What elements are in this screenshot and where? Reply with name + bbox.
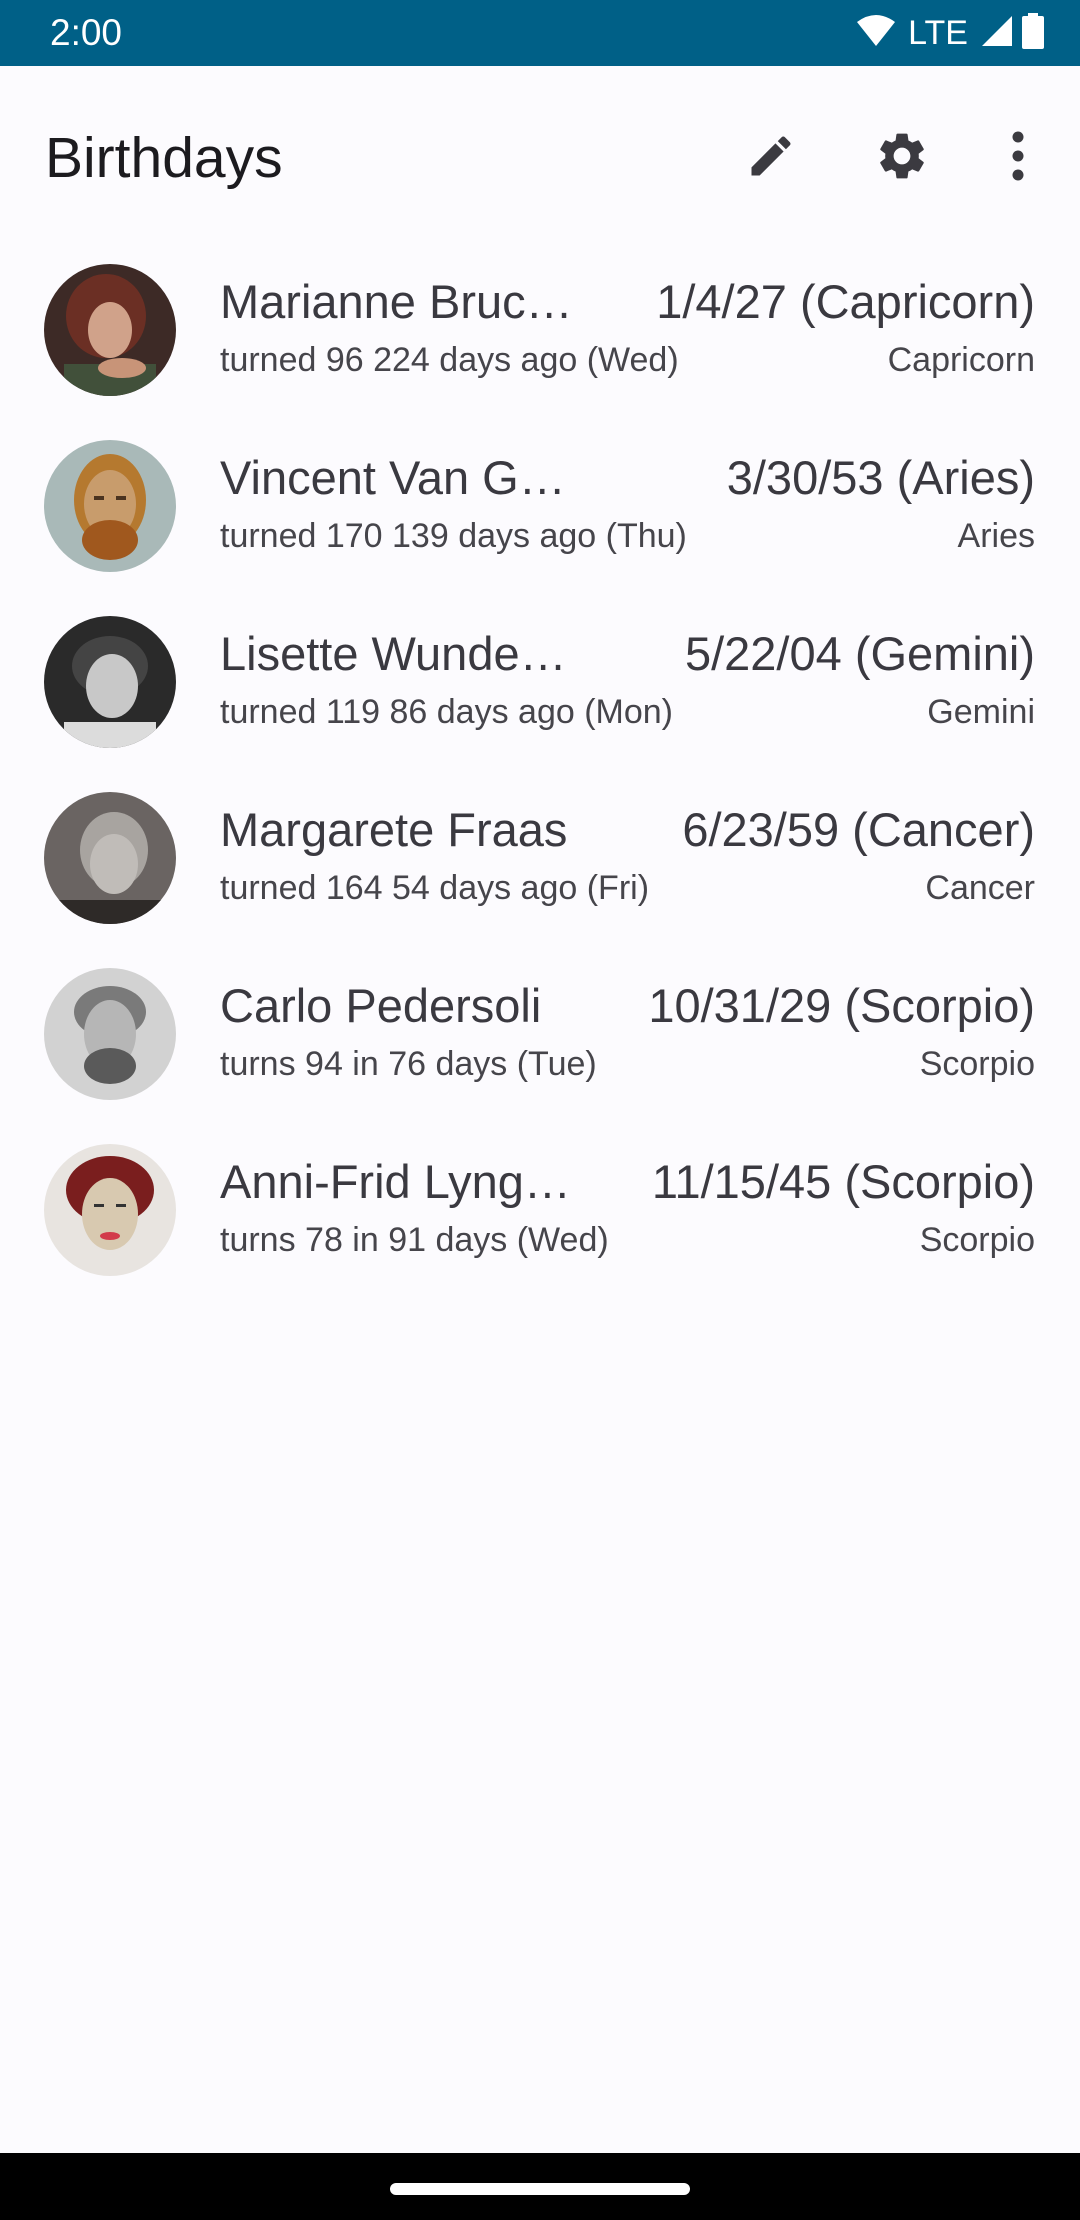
- birth-date: 5/22/04 (Gemini): [684, 627, 1035, 680]
- avatar: [44, 616, 176, 748]
- zodiac-sign: Scorpio: [919, 1221, 1035, 1259]
- network-type: LTE: [908, 14, 968, 52]
- page-title: Birthdays: [45, 126, 283, 190]
- more-vert-icon: [1010, 130, 1026, 187]
- birthday-item[interactable]: Vincent Van Gogh 3/30/53 (Aries) turned …: [0, 430, 1080, 606]
- birth-date: 11/15/45 (Scorpio): [651, 1155, 1035, 1208]
- status-icons: LTE: [856, 10, 1044, 56]
- age-detail: turned 170 139 days ago (Thu): [220, 517, 687, 555]
- person-name: Vincent Van Gogh: [220, 451, 580, 504]
- person-name: Carlo Pedersoli: [220, 979, 542, 1032]
- app-bar: Birthdays: [0, 66, 1080, 246]
- status-bar: 2:00 LTE: [0, 0, 1080, 66]
- age-detail: turned 164 54 days ago (Fri): [220, 869, 650, 907]
- zodiac-sign: Capricorn: [887, 341, 1035, 379]
- edit-icon: [745, 130, 797, 187]
- edit-button[interactable]: [731, 118, 811, 198]
- settings-icon: [874, 128, 930, 189]
- avatar: [44, 440, 176, 572]
- birthday-item[interactable]: Marianne Bruc… 1/4/27 (Capricorn) turned…: [0, 254, 1080, 430]
- settings-button[interactable]: [862, 118, 942, 198]
- age-detail: turned 119 86 days ago (Mon): [220, 693, 673, 731]
- more-options-button[interactable]: [978, 118, 1058, 198]
- avatar: [44, 968, 176, 1100]
- navigation-bar: [0, 2153, 1080, 2220]
- status-time: 2:00: [50, 12, 123, 53]
- zodiac-sign: Cancer: [925, 869, 1035, 907]
- person-name: Anni-Frid Lyng…: [220, 1155, 571, 1208]
- person-name: Marianne Bruc…: [220, 275, 573, 328]
- home-gesture-handle[interactable]: [390, 2183, 690, 2195]
- birthday-item[interactable]: Anni-Frid Lyng… 11/15/45 (Scorpio) turns…: [0, 1134, 1080, 1310]
- signal-icon: [980, 14, 1014, 53]
- avatar: [44, 264, 176, 396]
- zodiac-sign: Scorpio: [919, 1045, 1035, 1083]
- battery-icon: [1022, 12, 1044, 54]
- birth-date: 3/30/53 (Aries): [726, 451, 1035, 504]
- zodiac-sign: Aries: [957, 517, 1035, 555]
- wifi-icon: [856, 14, 896, 53]
- birth-date: 6/23/59 (Cancer): [682, 803, 1035, 856]
- age-detail: turned 96 224 days ago (Wed): [220, 341, 679, 379]
- birth-date: 1/4/27 (Capricorn): [656, 275, 1035, 328]
- person-name: Lisette Wunderli…: [220, 627, 580, 680]
- birth-date: 10/31/29 (Scorpio): [648, 979, 1035, 1032]
- birthday-item[interactable]: Carlo Pedersoli 10/31/29 (Scorpio) turns…: [0, 958, 1080, 1134]
- person-name: Margarete Fraas: [220, 803, 568, 856]
- avatar: [44, 792, 176, 924]
- age-detail: turns 94 in 76 days (Tue): [220, 1045, 597, 1083]
- age-detail: turns 78 in 91 days (Wed): [220, 1221, 609, 1259]
- avatar: [44, 1144, 176, 1276]
- zodiac-sign: Gemini: [927, 693, 1035, 731]
- birthday-item[interactable]: Margarete Fraas 6/23/59 (Cancer) turned …: [0, 782, 1080, 958]
- birthday-list: Marianne Bruc… 1/4/27 (Capricorn) turned…: [0, 254, 1080, 1310]
- birthday-item[interactable]: Lisette Wunderli… 5/22/04 (Gemini) turne…: [0, 606, 1080, 782]
